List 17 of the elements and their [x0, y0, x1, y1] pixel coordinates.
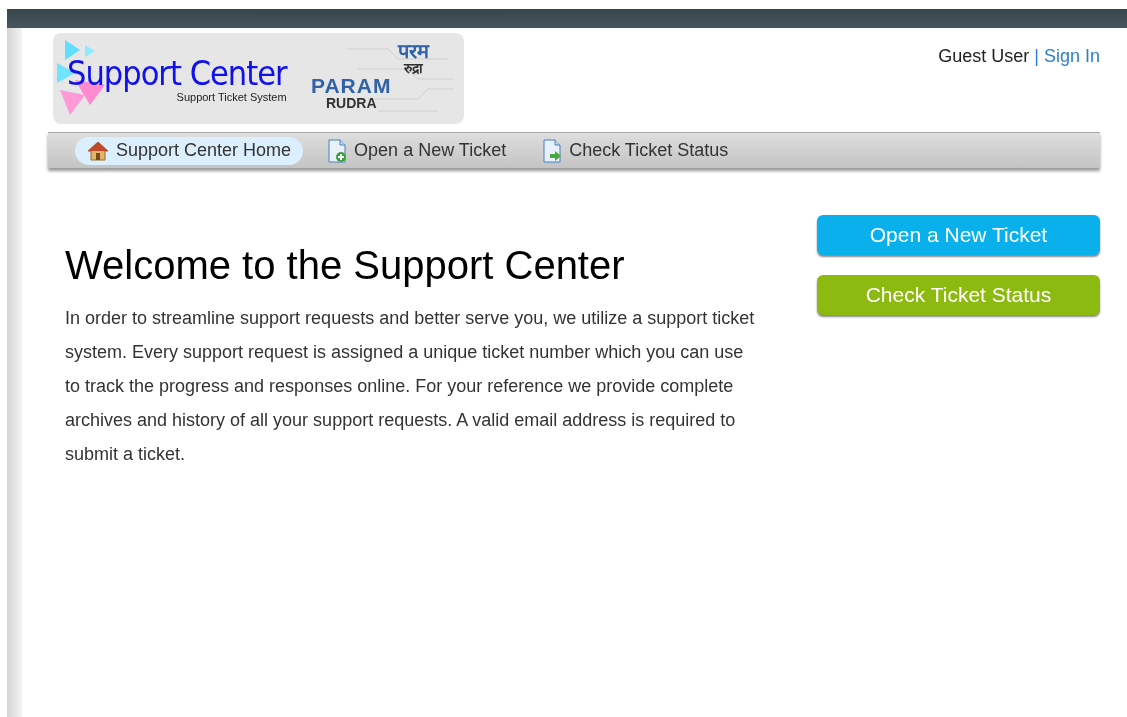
- welcome-heading: Welcome to the Support Center: [65, 242, 626, 289]
- logo-subtitle: Support Ticket System: [176, 90, 287, 103]
- sign-in-link[interactable]: Sign In: [1043, 43, 1100, 124]
- partner-hindi-name: परम: [398, 41, 429, 61]
- user-name: Guest User: [938, 45, 1030, 68]
- welcome-text: In order to streamline support requests and better serve you, we utilize a support ticket system. Every support request is assigned a unique ticket number which you can use to track the progress and responses online. For your reference we provide complete archives and history of all your support requests. A valid email address is required to submit a ticket.: [65, 307, 756, 466]
- partner-name: PARAM: [311, 75, 392, 96]
- partner-hindi-subname: रुद्रा: [404, 61, 423, 76]
- partner-subname: RUDRA: [325, 96, 377, 111]
- separator: |: [1034, 45, 1039, 68]
- nav-tab[interactable]: Check Ticket Status: [530, 136, 741, 165]
- document-arrow-icon: [542, 138, 563, 163]
- house-icon: [87, 140, 109, 161]
- logo-title: Support Center: [67, 54, 287, 91]
- document-plus-icon: [327, 138, 348, 163]
- nav-tab[interactable]: Support Center Home: [75, 136, 304, 165]
- nav-tab[interactable]: Open a New Ticket: [315, 136, 519, 165]
